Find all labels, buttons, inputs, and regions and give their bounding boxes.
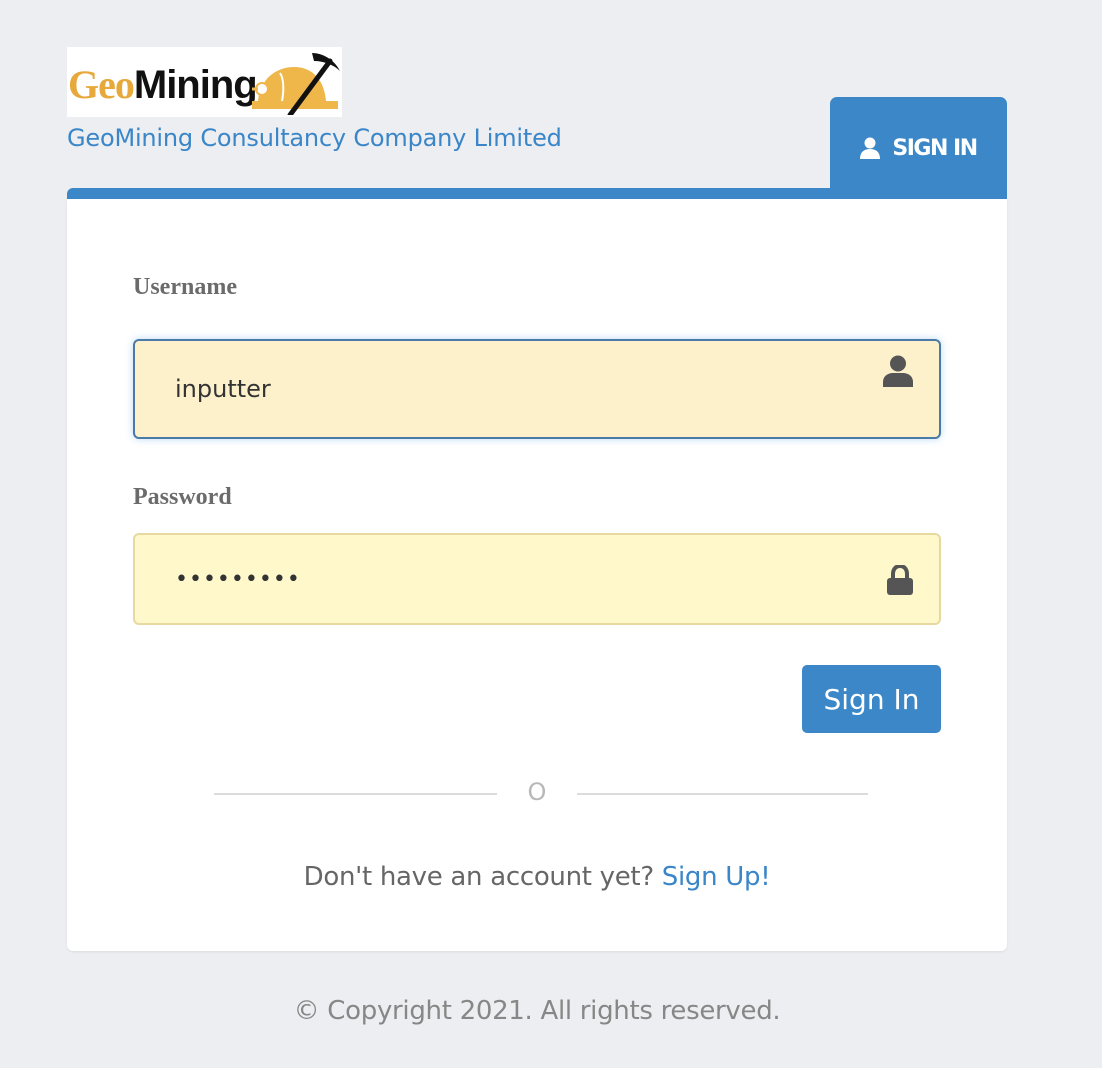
tab-sign-in[interactable]: SIGN IN <box>830 97 1007 199</box>
sign-up-link[interactable]: Sign Up! <box>662 862 771 892</box>
lock-icon <box>887 565 913 595</box>
copyright-footer: © Copyright 2021. All rights reserved. <box>293 996 781 1026</box>
signup-prompt-text: Don't have an account yet? <box>303 862 654 892</box>
card-top-bar <box>67 188 1007 199</box>
divider-text: O <box>527 778 547 806</box>
password-input[interactable] <box>175 535 855 623</box>
username-label: Username <box>133 274 237 300</box>
user-icon <box>883 355 913 387</box>
hardhat-pickaxe-icon <box>252 53 340 115</box>
tab-sign-in-label: SIGN IN <box>892 135 978 161</box>
username-field-wrapper <box>133 339 941 439</box>
logo-geo-text: Geo <box>68 62 135 107</box>
logo-mining-text: Mining <box>133 63 258 107</box>
signup-prompt: Don't have an account yet? Sign Up! <box>0 862 1074 892</box>
password-field-wrapper <box>133 533 941 625</box>
password-label: Password <box>133 484 232 510</box>
username-input[interactable] <box>175 341 855 437</box>
divider-line-left <box>214 793 497 795</box>
login-page: GeoMining GeoMining Consultancy Company … <box>0 0 1102 1068</box>
geomining-logo: GeoMining <box>67 47 342 117</box>
divider-line-right <box>577 793 868 795</box>
company-name: GeoMining Consultancy Company Limited <box>67 124 562 152</box>
sign-in-button[interactable]: Sign In <box>802 665 941 733</box>
user-icon <box>860 137 881 159</box>
